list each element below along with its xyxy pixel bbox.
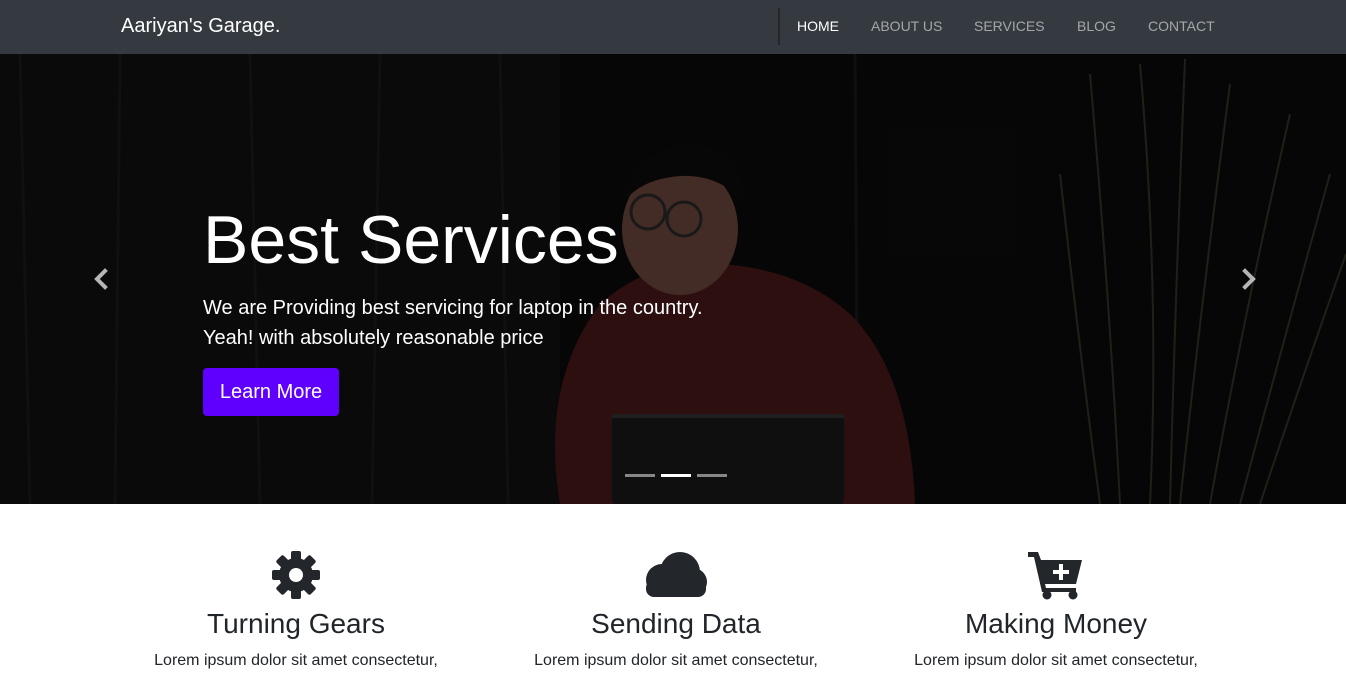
learn-more-button[interactable]: Learn More	[203, 368, 339, 416]
hero-description: We are Providing best servicing for lapt…	[203, 293, 763, 353]
nav-link-about-us[interactable]: ABOUT US	[871, 18, 942, 34]
nav-link-contact[interactable]: CONTACT	[1148, 18, 1215, 34]
feature-text: Lorem ipsum dolor sit amet consectetur,	[534, 652, 818, 669]
carousel-next-button[interactable]	[1234, 264, 1264, 294]
cloud-icon	[646, 552, 707, 597]
nav-divider	[778, 8, 780, 45]
hero-carousel: Best Services We are Providing best serv…	[0, 54, 1346, 504]
carousel-indicator-3[interactable]	[697, 474, 727, 477]
carousel-indicator-1[interactable]	[625, 474, 655, 477]
chevron-left-icon	[94, 268, 108, 290]
feature-title: Sending Data	[591, 608, 761, 639]
feature-text: Lorem ipsum dolor sit amet consectetur,	[154, 652, 438, 669]
cart-plus-icon	[1028, 552, 1082, 600]
feature-text: Lorem ipsum dolor sit amet consectetur,	[914, 652, 1198, 669]
chevron-right-icon	[1242, 268, 1256, 290]
gear-icon	[272, 551, 320, 599]
hero-overlay	[0, 54, 1346, 504]
hero-description-line-1: We are Providing best servicing for lapt…	[203, 297, 703, 319]
hero-title: Best Services	[203, 202, 619, 278]
nav-link-blog[interactable]: BLOG	[1077, 18, 1116, 34]
carousel-prev-button[interactable]	[86, 264, 116, 294]
nav-link-services[interactable]: SERVICES	[974, 18, 1045, 34]
hero-description-line-2: Yeah! with absolutely reasonable price	[203, 327, 544, 349]
brand-logo[interactable]: Aariyan's Garage.	[121, 14, 280, 38]
navbar: Aariyan's Garage. HOME ABOUT US SERVICES…	[0, 0, 1346, 54]
nav-link-home[interactable]: HOME	[797, 18, 839, 34]
carousel-indicator-2[interactable]	[661, 474, 691, 477]
feature-title: Turning Gears	[207, 608, 385, 639]
feature-title: Making Money	[964, 608, 1148, 639]
